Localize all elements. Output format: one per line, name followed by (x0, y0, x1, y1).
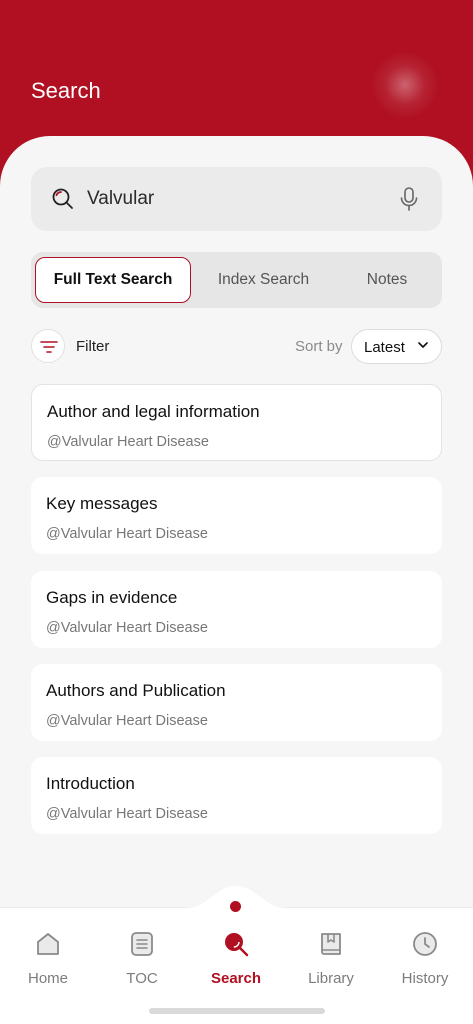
result-source: @Valvular Heart Disease (46, 526, 208, 542)
header-glow (370, 50, 440, 120)
sort-dropdown[interactable]: Latest (351, 329, 442, 364)
result-card[interactable]: Introduction @Valvular Heart Disease (31, 757, 442, 834)
result-card[interactable]: Authors and Publication @Valvular Heart … (31, 664, 442, 741)
tab-index-search[interactable]: Index Search (191, 257, 336, 303)
search-mode-tabs: Full Text Search Index Search Notes (31, 252, 442, 308)
chevron-down-icon (418, 342, 428, 348)
result-card[interactable]: Author and legal information @Valvular H… (31, 384, 442, 461)
result-title: Authors and Publication (46, 681, 226, 700)
nav-label: Search (210, 970, 262, 987)
nav-label: History (401, 970, 449, 987)
result-card[interactable]: Gaps in evidence @Valvular Heart Disease (31, 571, 442, 648)
mic-icon[interactable] (398, 186, 420, 212)
nav-label: TOC (126, 970, 158, 987)
toc-icon (131, 932, 153, 956)
home-indicator[interactable] (149, 1008, 325, 1014)
nav-label: Library (308, 970, 354, 987)
sort-by-label: Sort by (295, 338, 343, 355)
result-source: @Valvular Heart Disease (46, 620, 208, 636)
search-icon (225, 933, 249, 957)
active-indicator-dot (230, 901, 241, 912)
search-input[interactable]: Valvular (87, 187, 154, 211)
nav-history[interactable]: History (385, 930, 465, 987)
result-title: Author and legal information (47, 402, 260, 421)
nav-search[interactable]: Search (196, 930, 276, 987)
result-source: @Valvular Heart Disease (46, 806, 208, 822)
home-icon (37, 933, 59, 955)
tab-full-text-search[interactable]: Full Text Search (35, 257, 191, 303)
history-icon (413, 932, 437, 956)
nav-label: Home (27, 970, 68, 987)
tab-notes[interactable]: Notes (336, 257, 438, 303)
filter-icon (40, 341, 58, 353)
result-title: Gaps in evidence (46, 588, 178, 607)
nav-toc[interactable]: TOC (102, 930, 182, 987)
search-icon (52, 188, 73, 209)
result-card[interactable]: Key messages @Valvular Heart Disease (31, 477, 442, 554)
page-title: Search (31, 78, 101, 103)
filter-button[interactable] (31, 329, 65, 363)
result-source: @Valvular Heart Disease (46, 713, 208, 729)
sort-value: Latest (364, 339, 405, 356)
result-source: @Valvular Heart Disease (47, 434, 209, 450)
search-bar[interactable]: Valvular (31, 167, 442, 231)
filter-label[interactable]: Filter (76, 338, 109, 355)
nav-library[interactable]: Library (291, 930, 371, 987)
nav-home[interactable]: Home (8, 930, 88, 987)
library-icon (321, 933, 341, 955)
result-title: Key messages (46, 494, 158, 513)
result-title: Introduction (46, 774, 135, 793)
